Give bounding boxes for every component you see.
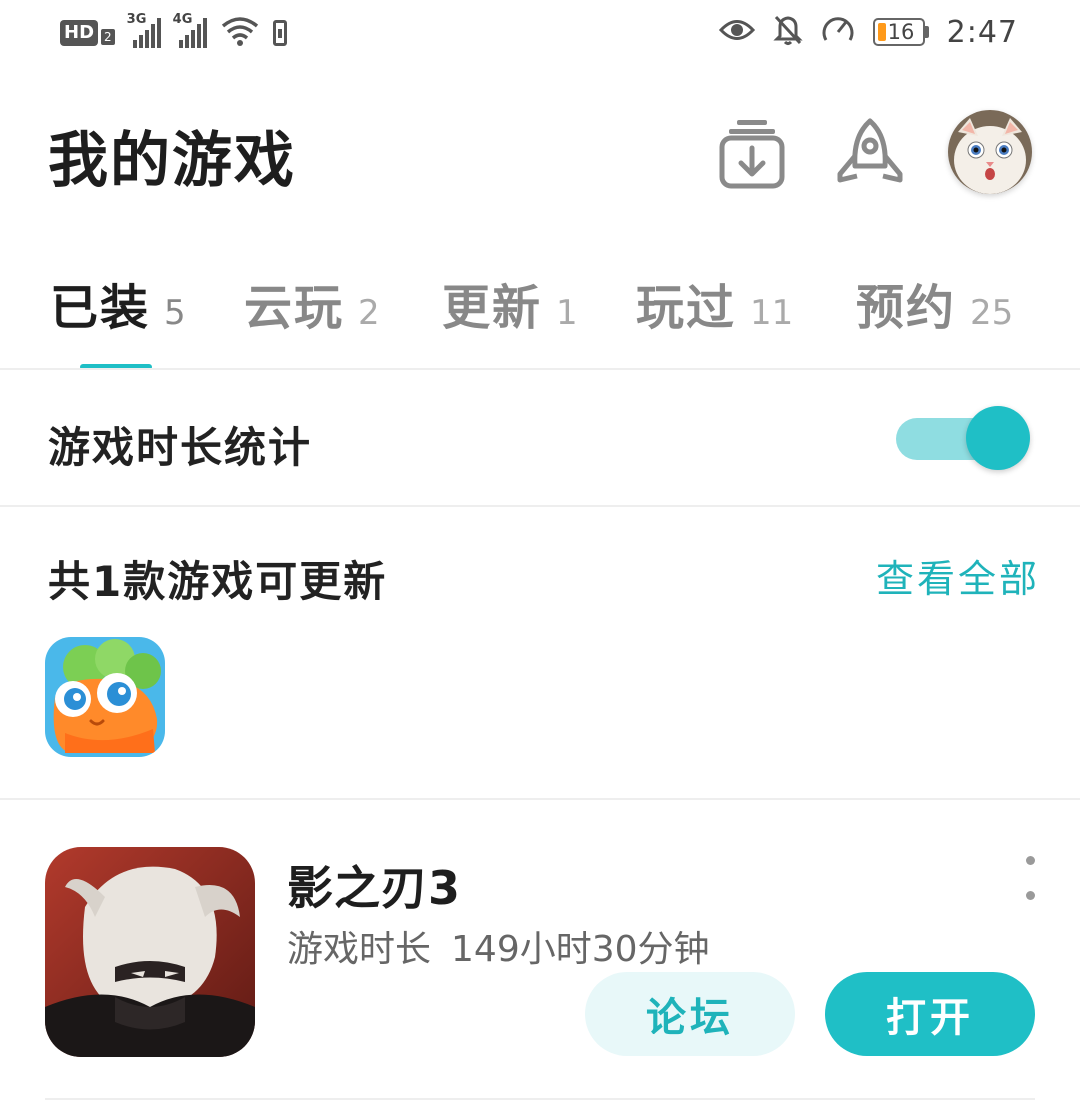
updates-title: 共1款游戏可更新 — [48, 557, 388, 606]
clock: 2:47 — [946, 14, 1018, 50]
update-game-icon[interactable] — [45, 637, 165, 757]
status-bar: HD 2 3G 4G 16 2:47 — [0, 0, 1080, 72]
battery-icon: 16 — [872, 18, 929, 46]
speedometer-icon — [821, 14, 855, 50]
user-avatar[interactable] — [948, 110, 1032, 194]
divider — [45, 1098, 1035, 1100]
tab-bar: 已装 5 云玩 2 更新 1 玩过 11 预约 25 — [0, 268, 1080, 370]
divider — [0, 798, 1080, 800]
battery-saver-icon — [272, 20, 287, 46]
network-type-3g: 3G — [126, 12, 147, 27]
open-game-button[interactable]: 打开 — [825, 972, 1035, 1056]
forum-button[interactable]: 论坛 — [585, 972, 795, 1056]
tab-played[interactable]: 玩过 11 — [636, 268, 793, 338]
tab-count: 11 — [750, 293, 794, 333]
divider — [0, 368, 1080, 370]
screen: HD 2 3G 4G 16 2:47 我的游戏 已装 5 云玩 2 更新 1 玩… — [0, 0, 1080, 1119]
tab-label: 预约 — [856, 280, 957, 336]
tab-label: 已装 — [50, 280, 151, 336]
playtime-stats-label: 游戏时长统计 — [48, 423, 313, 472]
tab-count: 5 — [164, 293, 186, 333]
game-icon[interactable] — [45, 847, 255, 1057]
tab-reserved[interactable]: 预约 25 — [856, 268, 1013, 338]
hd-label: HD — [60, 20, 99, 46]
tab-cloud-play[interactable]: 云玩 2 — [244, 268, 380, 338]
tab-label: 玩过 — [636, 280, 737, 336]
more-options-icon[interactable] — [1016, 856, 1044, 900]
bell-off-icon — [773, 14, 803, 50]
signal-icon-3g: 3G — [127, 12, 161, 48]
tab-installed[interactable]: 已装 5 — [50, 268, 186, 338]
playtime-label: 游戏时长 — [287, 929, 432, 970]
tab-label: 更新 — [442, 280, 543, 336]
game-title: 影之刃3 — [287, 861, 462, 915]
tab-label: 云玩 — [244, 280, 345, 336]
view-all-link[interactable]: 查看全部 — [876, 548, 1040, 603]
page-title: 我的游戏 — [48, 126, 296, 196]
battery-level: 16 — [887, 20, 915, 44]
rocket-icon[interactable] — [832, 112, 908, 196]
tab-count: 1 — [556, 293, 578, 333]
tab-count: 25 — [970, 293, 1014, 333]
wifi-icon — [221, 16, 259, 50]
signal-icon-4g: 4G — [173, 12, 207, 48]
status-right: 16 2:47 — [718, 14, 1018, 50]
eye-icon — [718, 17, 755, 47]
game-playtime: 游戏时长 149小时30分钟 — [287, 920, 710, 972]
divider — [0, 505, 1080, 507]
tab-updates[interactable]: 更新 1 — [442, 268, 578, 338]
status-left: HD 2 3G 4G — [60, 12, 287, 50]
playtime-stats-toggle[interactable] — [896, 406, 1032, 472]
hd-sub-label: 2 — [101, 29, 115, 45]
playtime-value: 149小时30分钟 — [451, 929, 710, 970]
toggle-knob — [966, 406, 1030, 470]
tab-count: 2 — [358, 293, 380, 333]
hd-voice-icon: HD 2 — [60, 20, 115, 46]
download-manager-icon[interactable] — [714, 112, 790, 196]
network-type-4g: 4G — [172, 12, 193, 27]
